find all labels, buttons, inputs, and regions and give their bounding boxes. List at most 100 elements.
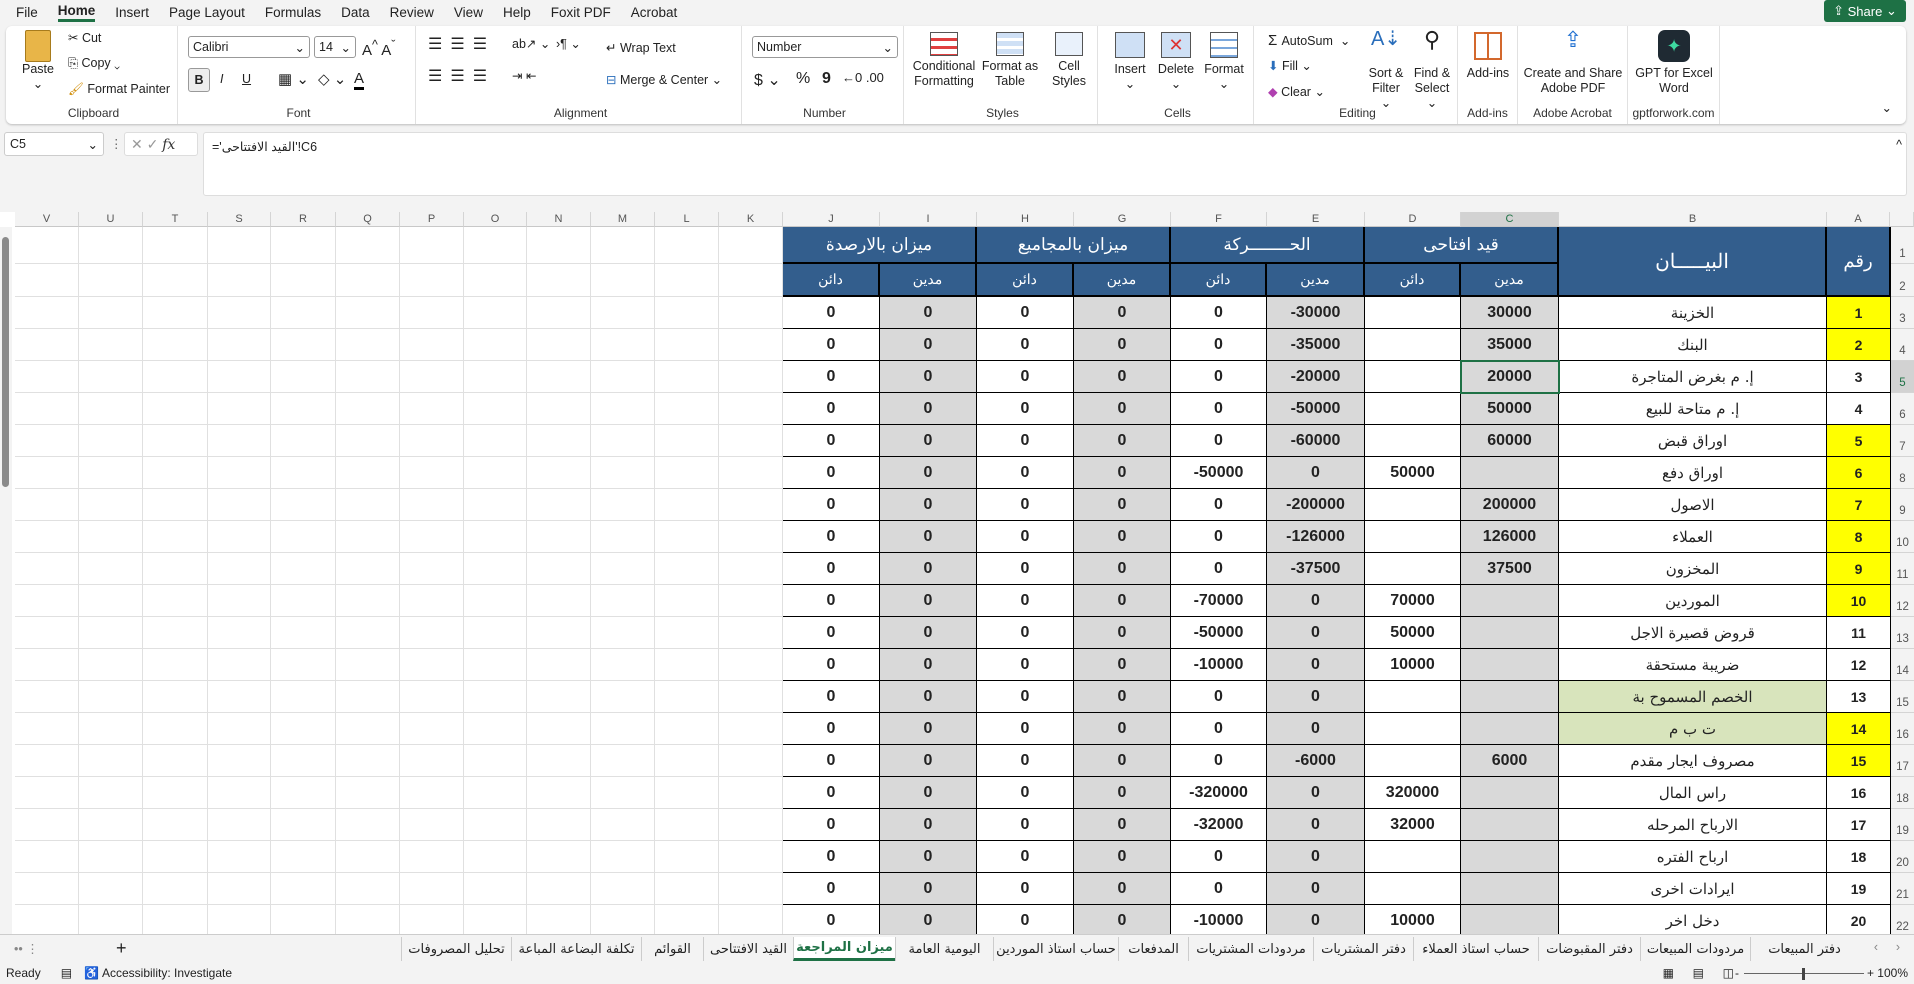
empty-cell[interactable] <box>271 617 336 649</box>
empty-cell[interactable] <box>208 873 271 905</box>
menu-foxit-pdf[interactable]: Foxit PDF <box>551 5 611 20</box>
empty-cell[interactable] <box>143 745 208 777</box>
comma-button[interactable]: 9 <box>822 70 831 88</box>
tab-scroll-dots[interactable]: •• ⋮ <box>14 941 39 956</box>
confirm-icon[interactable]: ✓ <box>147 136 159 152</box>
value-cell-i[interactable]: 0 <box>880 585 977 617</box>
accessibility-status[interactable]: Accessibility: Investigate <box>102 966 232 980</box>
row-header-20[interactable]: 20 <box>1890 841 1914 873</box>
value-cell-j[interactable]: 0 <box>783 713 880 745</box>
value-cell-f[interactable]: 0 <box>1171 521 1267 553</box>
value-cell-j[interactable]: 0 <box>783 297 880 329</box>
column-header-r[interactable]: R <box>271 212 336 227</box>
column-header-c[interactable]: C <box>1461 212 1559 227</box>
empty-cell[interactable] <box>336 681 400 713</box>
empty-cell[interactable] <box>719 713 783 745</box>
value-cell-e[interactable]: -60000 <box>1267 425 1365 457</box>
value-cell-i[interactable]: 0 <box>880 809 977 841</box>
menu-data[interactable]: Data <box>341 5 370 20</box>
empty-cell[interactable] <box>143 521 208 553</box>
empty-cell[interactable] <box>15 393 79 425</box>
value-cell-f[interactable]: 0 <box>1171 873 1267 905</box>
column-header-d[interactable]: D <box>1365 212 1461 227</box>
empty-cell[interactable] <box>591 873 655 905</box>
value-cell-f[interactable]: 0 <box>1171 553 1267 585</box>
empty-cell[interactable] <box>655 489 719 521</box>
bold-button[interactable]: B <box>188 68 210 92</box>
value-cell-c[interactable] <box>1461 649 1559 681</box>
row-header-8[interactable]: 8 <box>1890 457 1914 489</box>
empty-cell[interactable] <box>591 393 655 425</box>
value-cell-c[interactable]: 50000 <box>1461 393 1559 425</box>
value-cell-g[interactable]: 0 <box>1074 841 1171 873</box>
empty-cell[interactable] <box>79 489 143 521</box>
empty-cell[interactable] <box>208 329 271 361</box>
value-cell-g[interactable]: 0 <box>1074 617 1171 649</box>
empty-cell[interactable] <box>336 585 400 617</box>
value-cell-j[interactable]: 0 <box>783 329 880 361</box>
value-cell-h[interactable]: 0 <box>977 713 1074 745</box>
value-cell-j[interactable]: 0 <box>783 489 880 521</box>
empty-cell[interactable] <box>143 713 208 745</box>
empty-cell[interactable] <box>143 329 208 361</box>
empty-cell[interactable] <box>79 745 143 777</box>
value-cell-h[interactable]: 0 <box>977 489 1074 521</box>
row-header-22[interactable]: 22 <box>1890 905 1914 934</box>
empty-cell[interactable] <box>464 649 527 681</box>
empty-cell[interactable] <box>271 649 336 681</box>
empty-cell[interactable] <box>336 617 400 649</box>
value-cell-j[interactable]: 0 <box>783 873 880 905</box>
empty-cell[interactable] <box>143 489 208 521</box>
empty-cell[interactable] <box>719 521 783 553</box>
empty-cell[interactable] <box>719 361 783 393</box>
empty-cell[interactable] <box>271 329 336 361</box>
empty-cell[interactable] <box>719 297 783 329</box>
value-cell-j[interactable]: 0 <box>783 457 880 489</box>
empty-cell[interactable] <box>208 905 271 934</box>
empty-cell[interactable] <box>271 809 336 841</box>
column-header-o[interactable]: O <box>464 212 527 227</box>
empty-cell[interactable] <box>527 617 591 649</box>
value-cell-d[interactable] <box>1365 393 1461 425</box>
row-header-16[interactable]: 16 <box>1890 713 1914 745</box>
empty-cell[interactable] <box>719 457 783 489</box>
font-size-select[interactable]: 14 ⌄ <box>314 36 356 58</box>
empty-cell[interactable] <box>15 649 79 681</box>
empty-cell[interactable] <box>655 681 719 713</box>
empty-cell[interactable] <box>591 905 655 934</box>
empty-cell[interactable] <box>15 297 79 329</box>
value-cell-g[interactable]: 0 <box>1074 425 1171 457</box>
empty-cell[interactable] <box>271 393 336 425</box>
value-cell-c[interactable]: 30000 <box>1461 297 1559 329</box>
value-cell-h[interactable]: 0 <box>977 329 1074 361</box>
empty-cell[interactable] <box>719 905 783 934</box>
sheet-tab[interactable]: القيد الافتتاحى <box>703 937 793 961</box>
empty-cell[interactable] <box>79 227 143 264</box>
empty-cell[interactable] <box>336 649 400 681</box>
percent-button[interactable]: % <box>796 70 810 88</box>
value-cell-c[interactable] <box>1461 585 1559 617</box>
value-cell-i[interactable]: 0 <box>880 361 977 393</box>
empty-cell[interactable] <box>655 553 719 585</box>
value-cell-c[interactable]: 37500 <box>1461 553 1559 585</box>
value-cell-h[interactable]: 0 <box>977 585 1074 617</box>
value-cell-f[interactable]: 0 <box>1171 489 1267 521</box>
value-cell-g[interactable]: 0 <box>1074 585 1171 617</box>
empty-cell[interactable] <box>271 905 336 934</box>
empty-cell[interactable] <box>336 329 400 361</box>
value-cell-c[interactable]: 200000 <box>1461 489 1559 521</box>
value-cell-e[interactable]: -50000 <box>1267 393 1365 425</box>
empty-cell[interactable] <box>208 585 271 617</box>
menu-file[interactable]: File <box>16 5 38 20</box>
empty-cell[interactable] <box>208 553 271 585</box>
empty-cell[interactable] <box>336 457 400 489</box>
value-cell-f[interactable]: 0 <box>1171 681 1267 713</box>
empty-cell[interactable] <box>336 553 400 585</box>
empty-cell[interactable] <box>208 227 271 264</box>
clear-button[interactable]: ◆ Clear ⌄ <box>1268 84 1325 99</box>
font-name-select[interactable]: Calibri ⌄ <box>188 36 310 58</box>
value-cell-j[interactable]: 0 <box>783 809 880 841</box>
empty-cell[interactable] <box>208 809 271 841</box>
value-cell-g[interactable]: 0 <box>1074 457 1171 489</box>
value-cell-j[interactable]: 0 <box>783 745 880 777</box>
